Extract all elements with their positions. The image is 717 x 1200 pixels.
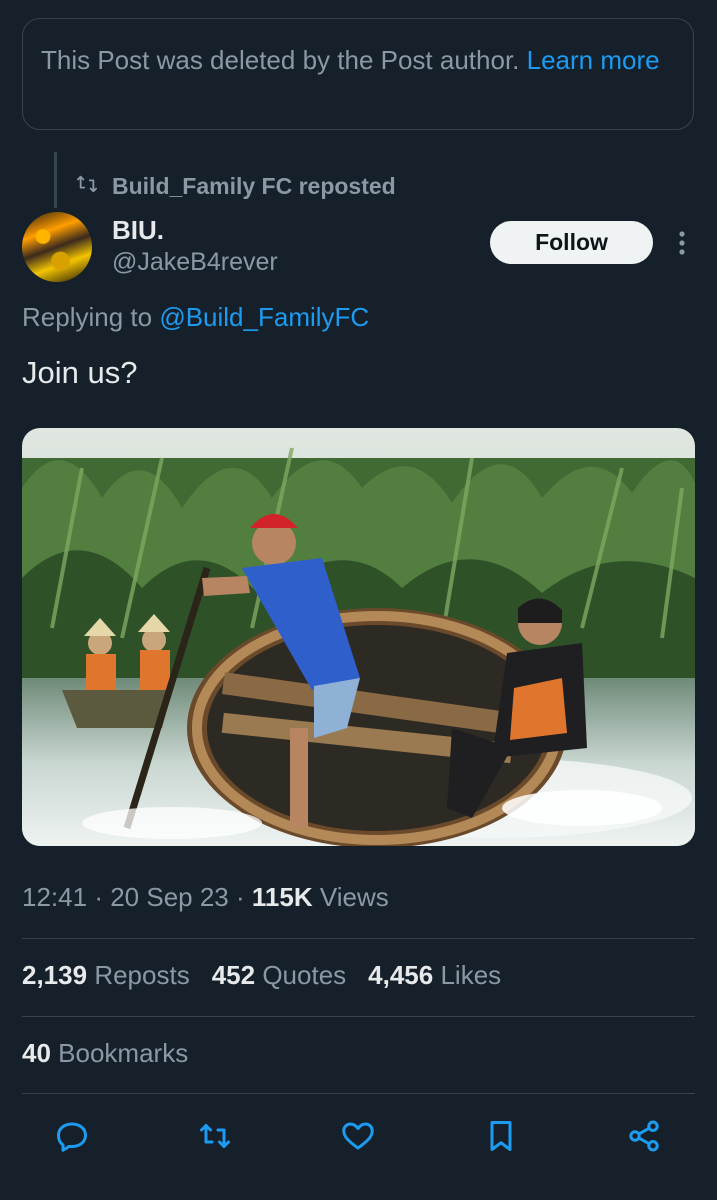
repost-label[interactable]: Build_Family FC reposted (112, 173, 396, 200)
bookmarks-stat[interactable]: 40 Bookmarks (22, 1038, 188, 1069)
tweet-text: Join us? (22, 355, 138, 390)
replying-to: Replying to @Build_FamilyFC (22, 302, 369, 333)
deleted-notice-text: This Post was deleted by the Post author… (41, 45, 520, 75)
divider (22, 1093, 695, 1094)
divider (22, 938, 695, 939)
author-display-name[interactable]: BIU. (112, 215, 164, 246)
repost-icon[interactable] (191, 1112, 239, 1160)
post-time[interactable]: 12:41 (22, 882, 87, 912)
thread-connector-line (54, 152, 57, 208)
repost-icon (76, 173, 98, 200)
reply-icon[interactable] (48, 1112, 96, 1160)
follow-button[interactable]: Follow (490, 221, 653, 264)
meta-separator: · (236, 882, 252, 912)
coracle-boat-photo (22, 428, 695, 846)
post-meta: 12:41 · 20 Sep 23 · 115K Views (22, 882, 389, 913)
bookmark-icon[interactable] (477, 1112, 525, 1160)
tweet-photo[interactable] (22, 428, 695, 846)
engagement-stats: 2,139 Reposts 452 Quotes 4,456 Likes (22, 960, 501, 991)
likes-stat[interactable]: 4,456 Likes (368, 960, 501, 991)
replying-to-mention[interactable]: @Build_FamilyFC (159, 302, 369, 332)
share-icon[interactable] (620, 1112, 668, 1160)
replying-to-prefix: Replying to (22, 302, 153, 332)
quotes-stat[interactable]: 452 Quotes (212, 960, 346, 991)
meta-separator: · (94, 882, 111, 912)
reposts-stat[interactable]: 2,139 Reposts (22, 960, 190, 991)
post-date[interactable]: 20 Sep 23 (110, 882, 229, 912)
views-label: Views (319, 882, 389, 912)
learn-more-link[interactable]: Learn more (527, 45, 660, 75)
views-count: 115K (251, 882, 313, 912)
divider (22, 1016, 695, 1017)
avatar[interactable] (22, 212, 92, 282)
like-icon[interactable] (334, 1112, 382, 1160)
more-options-icon[interactable] (672, 228, 692, 258)
author-handle[interactable]: @JakeB4rever (112, 248, 278, 277)
deleted-post-notice: This Post was deleted by the Post author… (22, 18, 694, 130)
repost-header: Build_Family FC reposted (76, 168, 396, 204)
action-bar (48, 1112, 668, 1160)
